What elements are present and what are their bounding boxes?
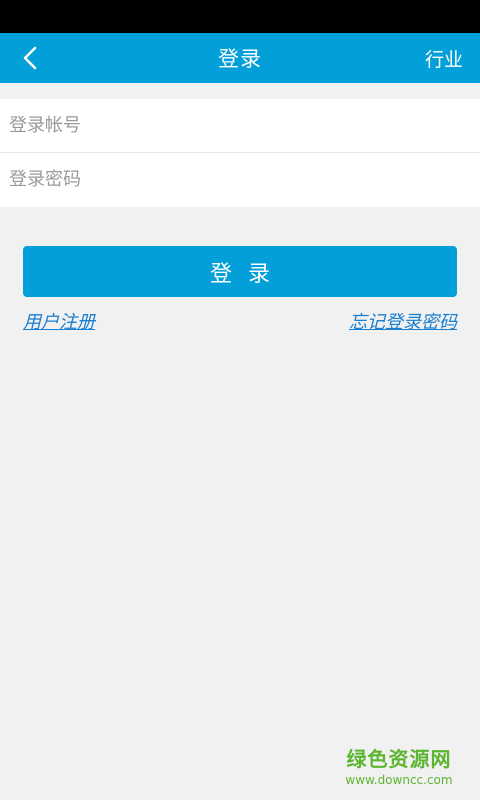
chevron-left-icon xyxy=(23,46,37,70)
account-input[interactable] xyxy=(0,99,480,152)
app-bar: 登录 行业 xyxy=(0,33,480,83)
register-link[interactable]: 用户注册 xyxy=(23,308,95,333)
industry-button[interactable]: 行业 xyxy=(425,33,463,83)
login-form xyxy=(0,99,480,207)
watermark-url: www.downcc.com xyxy=(345,773,453,787)
login-button[interactable]: 登录 xyxy=(23,246,457,297)
password-input[interactable] xyxy=(0,153,480,206)
watermark: 绿色资源网 www.downcc.com xyxy=(340,746,458,788)
forgot-password-link[interactable]: 忘记登录密码 xyxy=(349,308,457,333)
watermark-name: 绿色资源网 xyxy=(346,747,452,771)
account-field-row xyxy=(0,99,480,152)
status-bar xyxy=(0,0,480,33)
page-title: 登录 xyxy=(218,47,262,71)
password-field-row xyxy=(0,153,480,206)
back-button[interactable] xyxy=(10,33,50,83)
